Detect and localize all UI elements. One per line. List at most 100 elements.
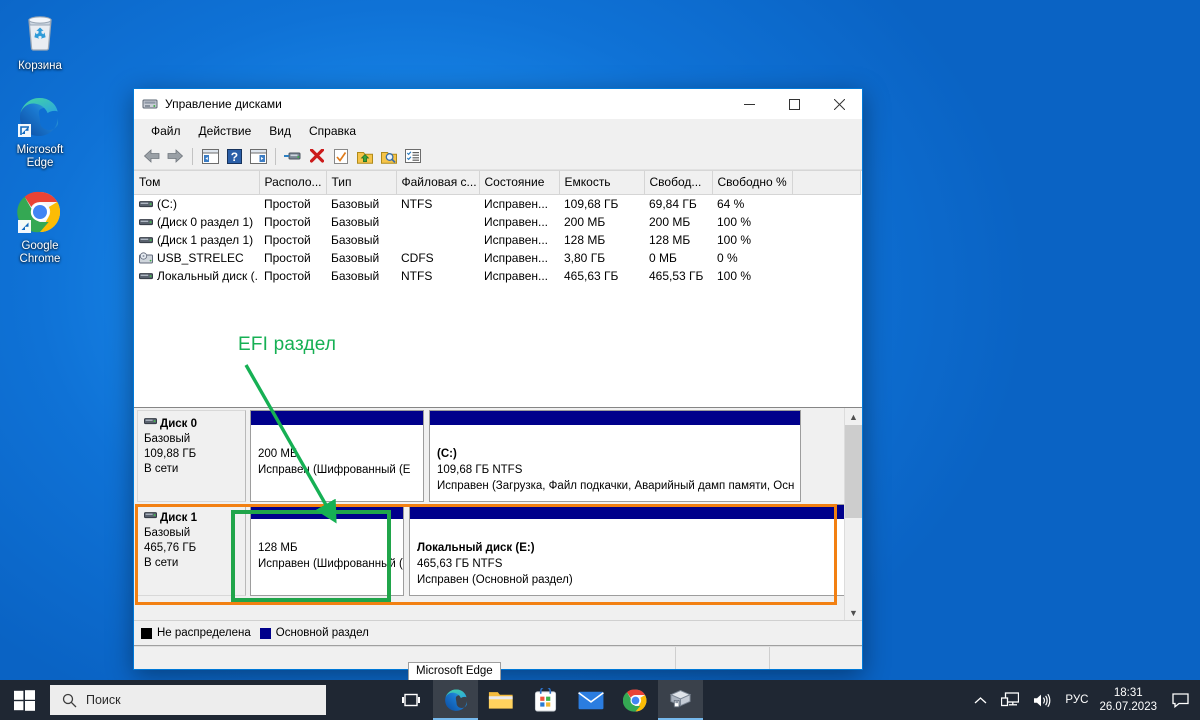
mail-icon <box>577 691 604 709</box>
cell-filesystem <box>396 213 479 231</box>
partition-list: 128 МБ Исправен (Шифрованный (Локальный д… <box>246 504 845 596</box>
show-hidden-icons-button[interactable] <box>967 680 994 720</box>
action-center-icon <box>1172 692 1189 708</box>
clock-button[interactable]: 18:31 26.07.2023 <box>1095 680 1165 720</box>
cell-type: Базовый <box>331 197 380 211</box>
disk-header[interactable]: Диск 0 Базовый 109,88 ГБ В сети <box>137 410 246 502</box>
disk-header[interactable]: Диск 1 Базовый 465,76 ГБ В сети <box>137 504 246 596</box>
task-view-icon <box>401 693 420 706</box>
volume-table-row[interactable]: (Диск 0 раздел 1) Простой Базовый Исправен.… <box>134 213 860 231</box>
desktop-icon-recycle-bin[interactable]: Корзина <box>0 8 80 73</box>
legend-label-unallocated: Не распределена <box>157 627 251 639</box>
desktop-icon-google-chrome[interactable]: Google Chrome <box>0 188 80 266</box>
cell-status: Исправен... <box>484 215 549 229</box>
list-view-icon[interactable] <box>402 145 424 167</box>
taskbar-mail-button[interactable] <box>568 680 613 720</box>
volume-table-row[interactable]: Локальный диск (... Простой Базовый NTFS Исп… <box>134 267 860 285</box>
cell-free-pct: 64 % <box>717 197 745 211</box>
scrollbar-thumb[interactable] <box>845 425 862 518</box>
cell-layout: Простой <box>264 215 311 229</box>
action-center-button[interactable] <box>1165 680 1200 720</box>
scroll-down-arrow-icon[interactable]: ▼ <box>845 604 862 621</box>
taskbar-microsoft-store-button[interactable] <box>523 680 568 720</box>
taskbar-microsoft-edge-button[interactable] <box>433 680 478 720</box>
menubar: Файл Действие Вид Справка <box>134 119 862 143</box>
check-icon[interactable] <box>330 145 352 167</box>
cell-filesystem: NTFS <box>401 269 433 283</box>
taskbar-google-chrome-button[interactable] <box>613 680 658 720</box>
search-input[interactable]: Поиск <box>50 685 326 715</box>
chevron-up-icon <box>974 696 987 703</box>
cell-free-pct: 100 % <box>717 269 752 283</box>
back-arrow-icon[interactable] <box>140 145 162 167</box>
cell-capacity: 128 МБ <box>564 233 606 247</box>
partition-status: Исправен (Загрузка, Файл подкачки, Авари… <box>437 480 795 492</box>
delete-icon[interactable] <box>306 145 328 167</box>
column-header-status[interactable]: Состояние <box>479 171 560 195</box>
volume-table-row[interactable]: (Диск 1 раздел 1) Простой Базовый Исправен.… <box>134 231 860 249</box>
column-header-filesystem[interactable]: Файловая с... <box>396 171 480 195</box>
cell-free-pct: 100 % <box>717 215 752 229</box>
partition-block[interactable]: 128 МБ Исправен (Шифрованный ( <box>250 504 404 596</box>
column-header-free[interactable]: Свобод... <box>644 171 713 195</box>
language-indicator[interactable]: РУС <box>1058 680 1095 720</box>
forward-arrow-icon[interactable] <box>164 145 186 167</box>
menu-item-help[interactable]: Справка <box>300 121 365 141</box>
disk-type: Базовый <box>144 527 191 539</box>
disk-row[interactable]: Диск 0 Базовый 109,88 ГБ В сети 200 МБ Исправ… <box>137 410 842 502</box>
network-button[interactable] <box>994 680 1026 720</box>
menu-item-action[interactable]: Действие <box>190 121 261 141</box>
minimize-button[interactable] <box>727 89 772 119</box>
close-button[interactable] <box>817 89 862 119</box>
help-icon[interactable]: ? <box>223 145 245 167</box>
volume-button[interactable] <box>1026 680 1058 720</box>
search-icon[interactable] <box>378 145 400 167</box>
disk-name: Диск 1 <box>144 511 240 526</box>
start-button[interactable] <box>0 680 48 720</box>
partition-size: 465,63 ГБ NTFS <box>417 558 503 570</box>
toolbar-separator <box>192 147 193 165</box>
clock-time: 18:31 <box>1113 687 1143 699</box>
column-header-capacity[interactable]: Емкость <box>559 171 645 195</box>
partition-legend: Не распределена Основной раздел <box>134 620 862 645</box>
desktop-icon-microsoft-edge[interactable]: Microsoft Edge <box>0 92 80 170</box>
column-header-layout[interactable]: Располо... <box>259 171 327 195</box>
window-titlebar: Управление дисками <box>134 89 862 119</box>
properties-icon[interactable] <box>282 145 304 167</box>
show-hide-console-tree-icon[interactable] <box>199 145 221 167</box>
partition-info: 128 МБ Исправен (Шифрованный ( <box>251 520 403 595</box>
cell-free-pct: 0 % <box>717 251 738 265</box>
partition-block[interactable]: Локальный диск (E:) 465,63 ГБ NTFS Исправе… <box>409 504 845 596</box>
disk-row[interactable]: Диск 1 Базовый 465,76 ГБ В сети 128 МБ Исправ… <box>137 504 845 596</box>
volume-table-row[interactable]: (C:) Простой Базовый NTFS Исправен... 109,68 … <box>134 195 860 214</box>
scroll-up-arrow-icon[interactable]: ▲ <box>845 408 862 425</box>
partition-status: Исправен (Основной раздел) <box>417 574 573 586</box>
scrollbar-track[interactable] <box>845 425 862 604</box>
cell-capacity: 3,80 ГБ <box>564 251 606 265</box>
column-header-free-pct[interactable]: Свободно % <box>712 171 793 195</box>
cell-free-pct: 100 % <box>717 233 752 247</box>
partition-block[interactable]: (C:) 109,68 ГБ NTFS Исправен (Загрузка, Фа… <box>429 410 801 502</box>
taskbar-disk-management-button[interactable] <box>658 680 703 720</box>
partition-block[interactable]: 200 МБ Исправен (Шифрованный (E <box>250 410 424 502</box>
menu-item-view[interactable]: Вид <box>260 121 300 141</box>
partition-info: 200 МБ Исправен (Шифрованный (E <box>251 426 423 501</box>
disk-management-icon <box>142 99 158 109</box>
column-header-volume[interactable]: Том <box>134 171 260 195</box>
cell-status: Исправен... <box>484 251 549 265</box>
menu-item-file[interactable]: Файл <box>142 121 190 141</box>
taskbar-file-explorer-button[interactable] <box>478 680 523 720</box>
desktop: Корзина Microsoft Edge Google Chrome Упр… <box>0 0 1200 720</box>
recycle-bin-icon <box>28 16 52 51</box>
maximize-button[interactable] <box>772 89 817 119</box>
taskbar-task-view-button[interactable] <box>388 680 433 720</box>
volume-list-pane: Том Располо... Тип Файловая с... Состоян… <box>134 170 862 408</box>
export-icon[interactable] <box>354 145 376 167</box>
column-header-type[interactable]: Тип <box>326 171 397 195</box>
network-icon <box>1001 692 1020 707</box>
show-action-pane-icon[interactable] <box>247 145 269 167</box>
disk-icon <box>144 418 157 425</box>
column-header-extra[interactable] <box>792 171 861 195</box>
volume-table-row[interactable]: USB_STRELEC Простой Базовый CDFS Исправен...… <box>134 249 860 267</box>
graphic-vertical-scrollbar[interactable]: ▲ ▼ <box>844 408 862 621</box>
